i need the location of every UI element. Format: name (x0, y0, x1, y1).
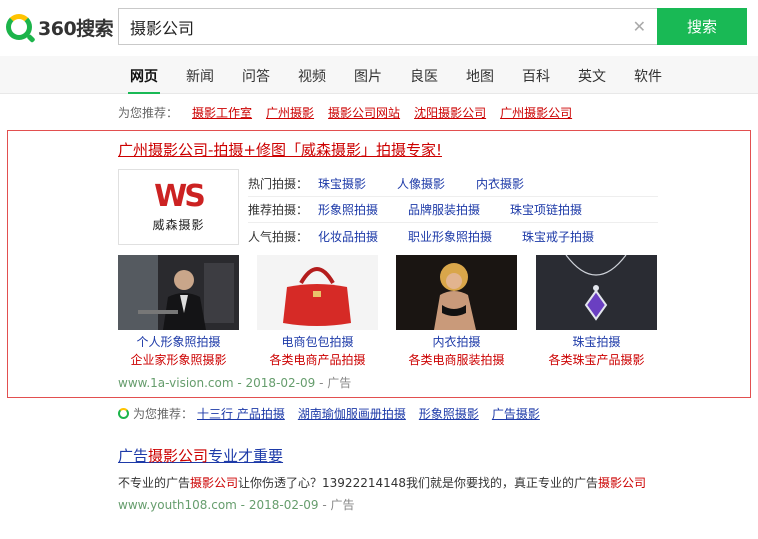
logo-ring-icon (6, 14, 32, 40)
sitelink[interactable]: 职业形象照拍摄 (408, 228, 492, 245)
tab-qa[interactable]: 问答 (242, 66, 270, 86)
tab-images[interactable]: 图片 (354, 66, 382, 86)
recommend-link[interactable]: 湖南瑜伽服画册拍摄 (298, 405, 406, 422)
tab-doctor[interactable]: 良医 (410, 66, 438, 86)
thumb-caption[interactable]: 个人形象照拍摄 (118, 333, 239, 350)
result-url: www.youth108.com - 2018-02-09 - 广告 (118, 498, 355, 512)
logo-mark: WS (154, 178, 206, 214)
thumb-portrait[interactable] (118, 255, 239, 330)
tab-baike[interactable]: 百科 (522, 66, 550, 86)
search-input[interactable] (119, 9, 658, 44)
ad-brand-logo[interactable]: WS 威森摄影 (118, 169, 239, 245)
result-description: 不专业的广告摄影公司让你伤透了心？13922214148我们就是你要找的，真正专… (118, 476, 647, 490)
sitelink-row: 热门拍摄： 珠宝摄影 人像摄影 内衣摄影 (248, 171, 658, 197)
tab-english[interactable]: 英文 (578, 66, 606, 86)
sitelink[interactable]: 形象照拍摄 (318, 201, 378, 218)
clear-icon[interactable]: ✕ (633, 17, 646, 36)
tab-video[interactable]: 视频 (298, 66, 326, 86)
header: 360搜索 ✕ 搜索 (0, 0, 758, 56)
recommend-bottom: 为您推荐： 十三行 产品拍摄 湖南瑜伽服画册拍摄 形象照摄影 广告摄影 (118, 405, 540, 422)
logo[interactable]: 360搜索 (6, 12, 114, 42)
ad-sitelinks: 热门拍摄： 珠宝摄影 人像摄影 内衣摄影 推荐拍摄： 形象照拍摄 品牌服装拍摄 … (248, 171, 658, 249)
thumb-subcaption[interactable]: 各类电商服装拍摄 (396, 351, 517, 368)
recommend-label: 为您推荐： (118, 106, 179, 120)
recommend-label: 为您推荐： (133, 407, 194, 421)
recommend-link[interactable]: 广州摄影公司 (500, 106, 572, 120)
recommend-top: 为您推荐： 摄影工作室 广州摄影 摄影公司网站 沈阳摄影公司 广州摄影公司 (118, 104, 572, 121)
thumb-subcaption[interactable]: 各类珠宝产品摄影 (536, 351, 657, 368)
sitelink[interactable]: 人像摄影 (397, 175, 445, 192)
sitelink-label: 热门拍摄： (248, 177, 309, 191)
recommend-link[interactable]: 广州摄影 (266, 106, 314, 120)
logo-brand: 威森摄影 (152, 217, 205, 232)
sitelink[interactable]: 珠宝项链拍摄 (510, 201, 582, 218)
sitelink-label: 人气拍摄： (248, 229, 309, 244)
category-tabs: 网页 新闻 问答 视频 图片 良医 地图 百科 英文 软件 (0, 56, 758, 94)
recommend-link[interactable]: 摄影工作室 (192, 106, 252, 120)
thumb-caption[interactable]: 珠宝拍摄 (536, 333, 657, 350)
tab-software[interactable]: 软件 (634, 66, 662, 86)
tab-web[interactable]: 网页 (128, 66, 160, 94)
sitelink[interactable]: 珠宝摄影 (318, 175, 366, 192)
sitelink[interactable]: 化妆品拍摄 (318, 228, 378, 245)
thumb-subcaption[interactable]: 各类电商产品拍摄 (257, 351, 378, 368)
thumb-subcaption[interactable]: 企业家形象照摄影 (118, 351, 239, 368)
recommend-link[interactable]: 十三行 产品拍摄 (197, 405, 285, 422)
recommend-link[interactable]: 形象照摄影 (419, 405, 479, 422)
ad-result: 广州摄影公司-拍摄+修图「威森摄影」拍摄专家! WS 威森摄影 热门拍摄： 珠宝… (7, 130, 751, 398)
search-box: ✕ (118, 8, 658, 45)
search-result: 广告摄影公司专业才重要 不专业的广告摄影公司让你伤透了心？13922214148… (118, 445, 658, 513)
recommend-link[interactable]: 广告摄影 (492, 405, 540, 422)
360-logo-icon (118, 408, 129, 419)
sitelink[interactable]: 品牌服装拍摄 (408, 201, 480, 218)
result-title-link[interactable]: 广告摄影公司专业才重要 (118, 447, 283, 465)
sitelink-row: 推荐拍摄： 形象照拍摄 品牌服装拍摄 珠宝项链拍摄 (248, 197, 658, 223)
thumb-jewelry[interactable] (536, 255, 657, 330)
search-button[interactable]: 搜索 (657, 8, 747, 45)
ad-url-text: www.1a-vision.com - 2018-02-09 (118, 376, 316, 390)
ad-url: www.1a-vision.com - 2018-02-09 - 广告 (118, 374, 351, 391)
sitelink-row: 人气拍摄： 化妆品拍摄 职业形象照拍摄 珠宝戒子拍摄 (248, 223, 658, 249)
recommend-link[interactable]: 摄影公司网站 (328, 106, 400, 120)
thumb-handbag[interactable] (257, 255, 378, 330)
thumb-caption[interactable]: 电商包包拍摄 (257, 333, 378, 350)
tab-map[interactable]: 地图 (466, 66, 494, 86)
sitelink-label: 推荐拍摄： (248, 203, 309, 217)
thumb-caption[interactable]: 内衣拍摄 (396, 333, 517, 350)
ad-title-link[interactable]: 广州摄影公司-拍摄+修图「威森摄影」拍摄专家! (118, 139, 442, 160)
recommend-link[interactable]: 沈阳摄影公司 (414, 106, 486, 120)
sitelink[interactable]: 珠宝戒子拍摄 (522, 228, 594, 245)
tab-news[interactable]: 新闻 (186, 66, 214, 86)
logo-text: 360搜索 (38, 17, 114, 40)
ad-tag: - 广告 (315, 376, 352, 390)
thumb-lingerie[interactable] (396, 255, 517, 330)
sitelink[interactable]: 内衣摄影 (476, 175, 524, 192)
